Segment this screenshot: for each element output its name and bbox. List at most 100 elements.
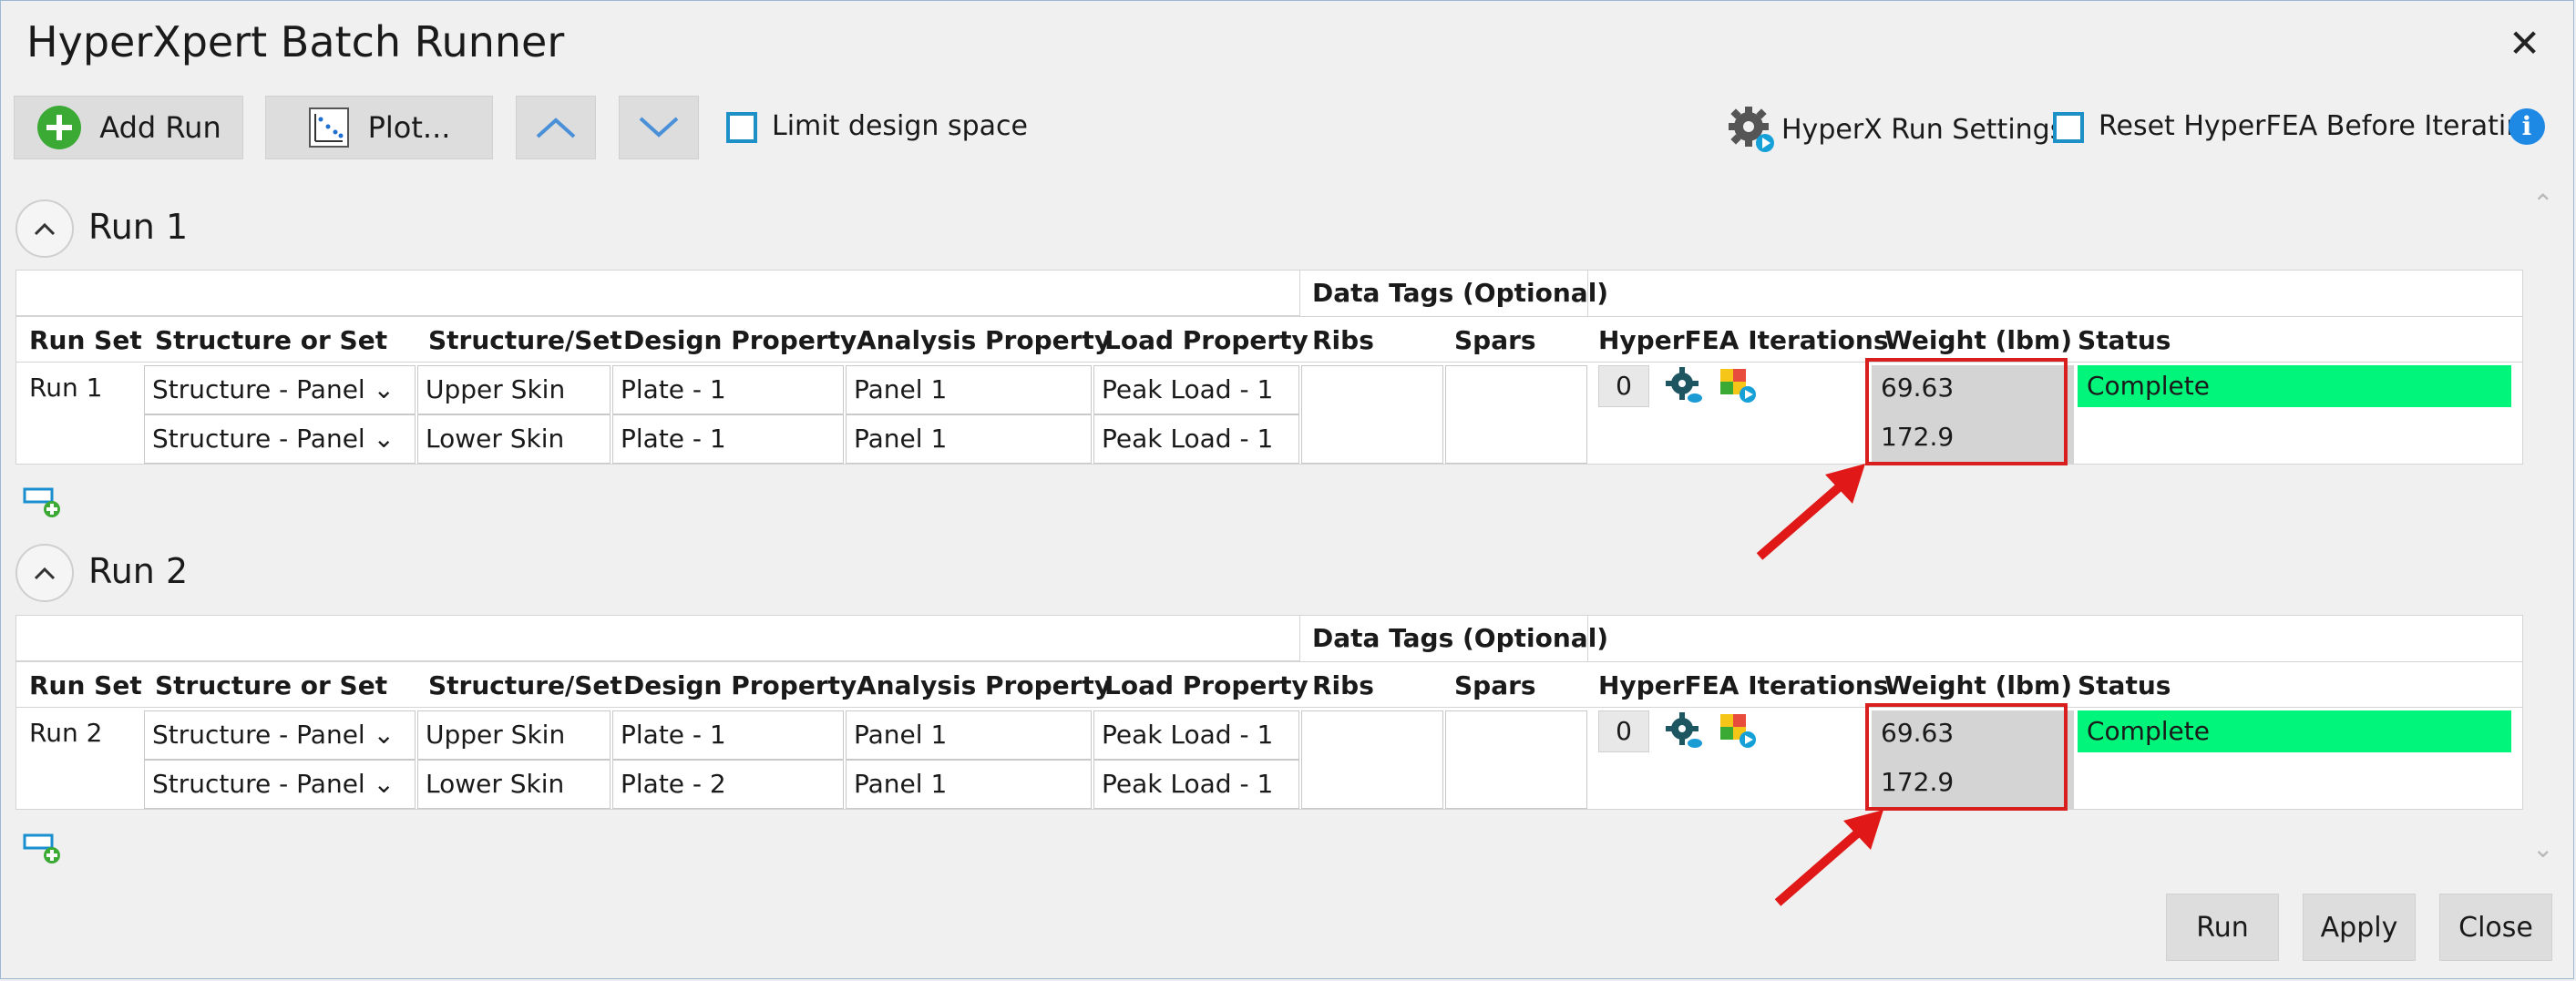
analysis-property-cell[interactable]: Panel 1: [846, 365, 1092, 414]
plot-icon: [308, 107, 349, 148]
limit-design-space-checkbox[interactable]: [726, 112, 757, 143]
hyperfea-iterations-input[interactable]: 0: [1598, 365, 1649, 407]
red-arrow-icon: [1774, 810, 1883, 906]
add-run-button[interactable]: Add Run: [14, 96, 243, 159]
red-arrow-icon: [1756, 464, 1865, 560]
add-run-label: Add Run: [99, 110, 221, 145]
chevron-down-icon: ⌄: [373, 374, 395, 404]
col-analysis-property: Analysis Property: [857, 670, 1112, 700]
analysis-property-cell[interactable]: Panel 1: [846, 710, 1092, 760]
col-structure-set: Structure/Set: [428, 670, 622, 700]
contour-plot-icon[interactable]: [1717, 363, 1759, 405]
plot-label: Plot...: [367, 110, 451, 145]
ribs-cell[interactable]: [1301, 710, 1443, 809]
chevron-down-icon: ⌄: [373, 424, 395, 454]
add-row-icon[interactable]: [23, 485, 65, 522]
col-design-property: Design Property: [623, 670, 857, 700]
reset-hyperfea-checkbox[interactable]: [2053, 112, 2084, 143]
add-row-icon[interactable]: [23, 832, 65, 868]
analysis-property-cell[interactable]: Panel 1: [846, 414, 1092, 464]
status-badge: Complete: [2078, 710, 2511, 752]
col-run-set: Run Set: [29, 325, 142, 355]
spars-cell[interactable]: [1445, 365, 1587, 464]
analysis-property-cell[interactable]: Panel 1: [846, 760, 1092, 809]
contour-plot-icon[interactable]: [1717, 709, 1759, 751]
structure-or-set-dropdown[interactable]: Structure - Panel ⌄: [144, 760, 416, 809]
load-property-cell[interactable]: Peak Load - 1: [1093, 760, 1299, 809]
design-property-cell[interactable]: Plate - 2: [612, 760, 844, 809]
structure-or-set-value: Structure - Panel: [152, 720, 365, 750]
run-set-cell: Run 2: [29, 718, 103, 748]
batch-runner-window: HyperXpert Batch Runner ✕ Add Run Plot..…: [0, 0, 2574, 979]
close-button[interactable]: Close: [2439, 894, 2552, 961]
collapse-run1-button[interactable]: [15, 199, 74, 258]
data-tags-header: Data Tags (Optional): [1312, 278, 1609, 308]
col-weight: Weight (lbm): [1884, 670, 2072, 700]
col-structure-or-set: Structure or Set: [155, 325, 388, 355]
structure-set-cell[interactable]: Lower Skin: [417, 760, 611, 809]
reset-hyperfea-label: Reset HyperFEA Before Iterating: [2099, 110, 2541, 142]
plot-button[interactable]: Plot...: [265, 96, 493, 159]
close-icon[interactable]: ✕: [2509, 21, 2540, 66]
ribs-cell[interactable]: [1301, 365, 1443, 464]
chevron-down-icon: ⌄: [373, 720, 395, 750]
info-icon[interactable]: i: [2509, 108, 2545, 145]
col-spars: Spars: [1454, 325, 1536, 355]
structure-set-cell[interactable]: Upper Skin: [417, 710, 611, 760]
structure-or-set-value: Structure - Panel: [152, 424, 365, 454]
run2-title: Run 2: [88, 551, 189, 591]
chevron-down-icon: ⌄: [373, 769, 395, 799]
add-icon: [37, 106, 82, 149]
scroll-down-icon[interactable]: ⌄: [2532, 833, 2553, 863]
col-run-set: Run Set: [29, 670, 142, 700]
group-bottom-line: [16, 661, 2522, 662]
limit-design-space-label: Limit design space: [772, 110, 1028, 142]
gear-view-icon[interactable]: [1664, 365, 1704, 405]
run1-title: Run 1: [88, 207, 189, 247]
group-bottom-line: [16, 316, 2522, 317]
gear-view-icon[interactable]: [1664, 710, 1704, 751]
col-load-property: Load Property: [1104, 325, 1309, 355]
run-button[interactable]: Run: [2166, 894, 2279, 961]
group-left-blank: [16, 616, 1300, 661]
col-load-property: Load Property: [1104, 670, 1309, 700]
data-tags-header: Data Tags (Optional): [1312, 623, 1609, 653]
run1-table: Data Tags (Optional) Run Set Structure o…: [15, 270, 2523, 465]
design-property-cell[interactable]: Plate - 1: [612, 710, 844, 760]
run-settings-label[interactable]: HyperX Run Settings: [1781, 114, 2064, 146]
apply-button[interactable]: Apply: [2303, 894, 2416, 961]
structure-set-cell[interactable]: Lower Skin: [417, 414, 611, 464]
spars-cell[interactable]: [1445, 710, 1587, 809]
gear-play-icon[interactable]: [1727, 105, 1776, 154]
header-bottom-line: [16, 707, 2522, 708]
load-property-cell[interactable]: Peak Load - 1: [1093, 365, 1299, 414]
structure-or-set-dropdown[interactable]: Structure - Panel ⌄: [144, 414, 416, 464]
design-property-cell[interactable]: Plate - 1: [612, 414, 844, 464]
design-property-cell[interactable]: Plate - 1: [612, 365, 844, 414]
chevron-up-icon: [536, 118, 576, 138]
col-design-property: Design Property: [623, 325, 857, 355]
col-spars: Spars: [1454, 670, 1536, 700]
col-ribs: Ribs: [1312, 670, 1374, 700]
structure-or-set-value: Structure - Panel: [152, 374, 365, 404]
scroll-up-icon[interactable]: ⌃: [2532, 189, 2553, 219]
structure-or-set-value: Structure - Panel: [152, 769, 365, 799]
window-title: HyperXpert Batch Runner: [26, 17, 565, 66]
col-structure-set: Structure/Set: [428, 325, 622, 355]
chevron-up-icon: [34, 567, 56, 580]
load-property-cell[interactable]: Peak Load - 1: [1093, 710, 1299, 760]
load-property-cell[interactable]: Peak Load - 1: [1093, 414, 1299, 464]
collapse-run2-button[interactable]: [15, 544, 74, 602]
header-bottom-line: [16, 362, 2522, 363]
move-down-button[interactable]: [619, 96, 699, 159]
move-up-button[interactable]: [516, 96, 596, 159]
structure-or-set-dropdown[interactable]: Structure - Panel ⌄: [144, 365, 416, 414]
structure-or-set-dropdown[interactable]: Structure - Panel ⌄: [144, 710, 416, 760]
structure-set-cell[interactable]: Upper Skin: [417, 365, 611, 414]
col-status: Status: [2078, 670, 2171, 700]
hyperfea-iterations-input[interactable]: 0: [1598, 710, 1649, 752]
status-badge: Complete: [2078, 365, 2511, 407]
weight-highlight-box: [1865, 703, 2068, 811]
col-ribs: Ribs: [1312, 325, 1374, 355]
col-structure-or-set: Structure or Set: [155, 670, 388, 700]
